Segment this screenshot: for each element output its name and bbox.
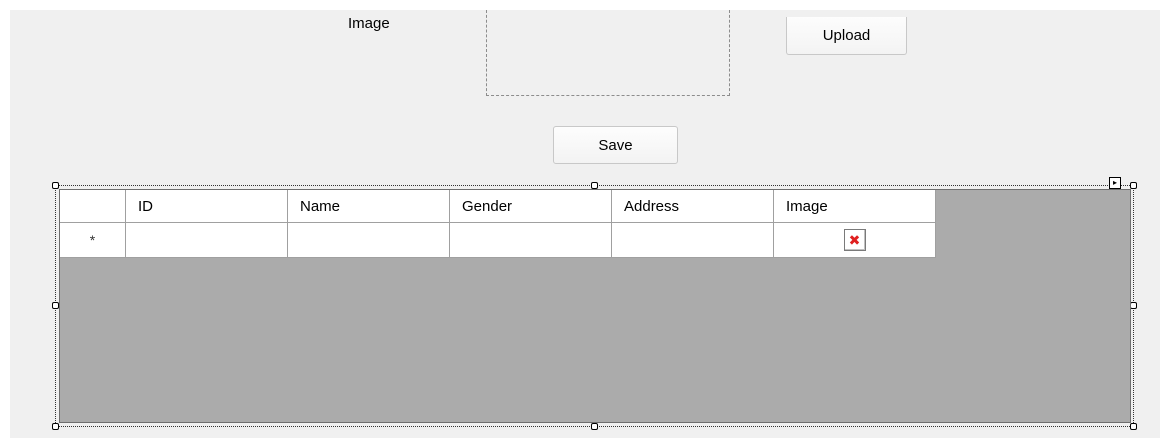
row-header-new[interactable]: * [60,223,126,258]
resize-handle-bottom-left[interactable] [52,423,59,430]
save-button[interactable]: Save [553,126,678,164]
resize-handle-middle-left[interactable] [52,302,59,309]
column-header-name[interactable]: Name [288,190,450,223]
resize-handle-bottom-right[interactable] [1130,423,1137,430]
resize-handle-top-center[interactable] [591,182,598,189]
column-header-gender[interactable]: Gender [450,190,612,223]
cell-id[interactable] [126,223,288,258]
column-header-image[interactable]: Image [774,190,936,223]
grid-header-row: ID Name Gender Address Image [60,190,936,223]
cell-image[interactable]: ✖ [774,223,936,258]
resize-handle-middle-right[interactable] [1130,302,1137,309]
cell-address[interactable] [612,223,774,258]
cell-gender[interactable] [450,223,612,258]
column-header-address[interactable]: Address [612,190,774,223]
broken-image-icon: ✖ [843,229,866,251]
image-picturebox[interactable] [486,10,730,96]
table-row[interactable]: * ✖ [60,223,936,258]
resize-handle-top-right[interactable] [1130,182,1137,189]
grid-corner-header[interactable] [60,190,126,223]
column-header-id[interactable]: ID [126,190,288,223]
cell-name[interactable] [288,223,450,258]
resize-handle-top-left[interactable] [52,182,59,189]
resize-handle-bottom-center[interactable] [591,423,598,430]
upload-button[interactable]: Upload [786,17,907,55]
image-label: Image [348,15,390,32]
smart-tag-arrow-icon[interactable]: ▸ [1109,177,1121,189]
data-grid[interactable]: ID Name Gender Address Image * ✖ [59,189,1131,423]
